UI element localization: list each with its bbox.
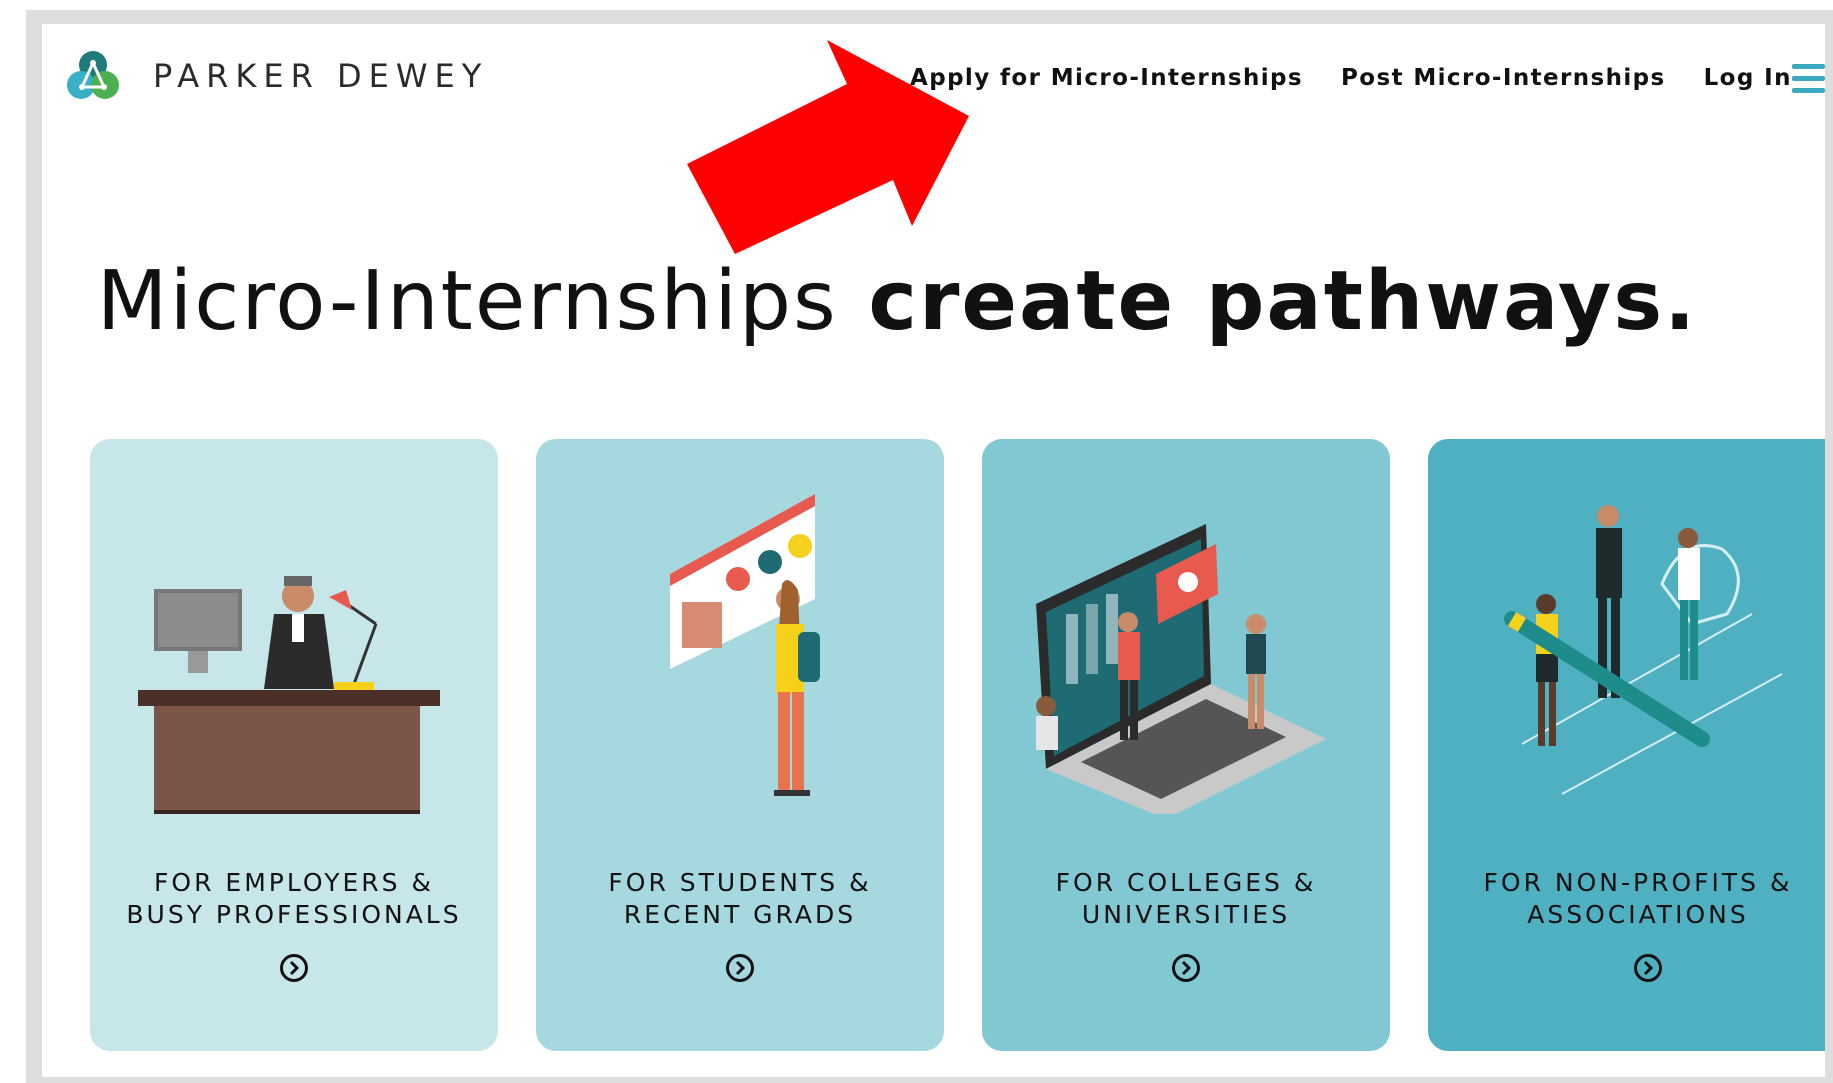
page: PARKER DEWEY Apply for Micro-Internships… — [42, 24, 1825, 1077]
arrow-circle-icon[interactable] — [1633, 953, 1663, 983]
card-label: FOR STUDENTS & RECENT GRADS — [608, 868, 872, 929]
card-employers[interactable]: FOR EMPLOYERS & BUSY PROFESSIONALS — [90, 439, 498, 1051]
card-label: FOR COLLEGES & UNIVERSITIES — [1055, 868, 1317, 929]
employer-desk-illustration — [138, 576, 440, 814]
college-laptop-illustration — [1036, 524, 1326, 814]
arrow-circle-icon[interactable] — [725, 953, 755, 983]
main-nav: Apply for Micro-Internships Post Micro-I… — [910, 65, 1792, 91]
card-students[interactable]: FOR STUDENTS & RECENT GRADS — [536, 439, 944, 1051]
card-colleges[interactable]: FOR COLLEGES & UNIVERSITIES — [982, 439, 1390, 1051]
student-illustration — [670, 494, 820, 796]
brand-logo[interactable]: PARKER DEWEY — [66, 49, 488, 103]
card-label: FOR NON-PROFITS & ASSOCIATIONS — [1483, 868, 1793, 929]
headline-bold: create pathways. — [868, 254, 1698, 349]
nav-post-link[interactable]: Post Micro-Internships — [1341, 65, 1666, 91]
nav-login-link[interactable]: Log In — [1704, 65, 1792, 91]
card-nonprofits[interactable]: FOR NON-PROFITS & ASSOCIATIONS — [1428, 439, 1825, 1051]
nonprofit-team-illustration — [1504, 505, 1783, 795]
arrow-circle-icon[interactable] — [1171, 953, 1201, 983]
card-label: FOR EMPLOYERS & BUSY PROFESSIONALS — [126, 868, 462, 929]
hamburger-menu-icon[interactable] — [1792, 64, 1825, 100]
brand-name: PARKER DEWEY — [153, 57, 489, 95]
arrow-circle-icon[interactable] — [279, 953, 309, 983]
parker-dewey-logo-icon — [67, 51, 119, 99]
annotation-arrow-icon — [687, 40, 969, 254]
